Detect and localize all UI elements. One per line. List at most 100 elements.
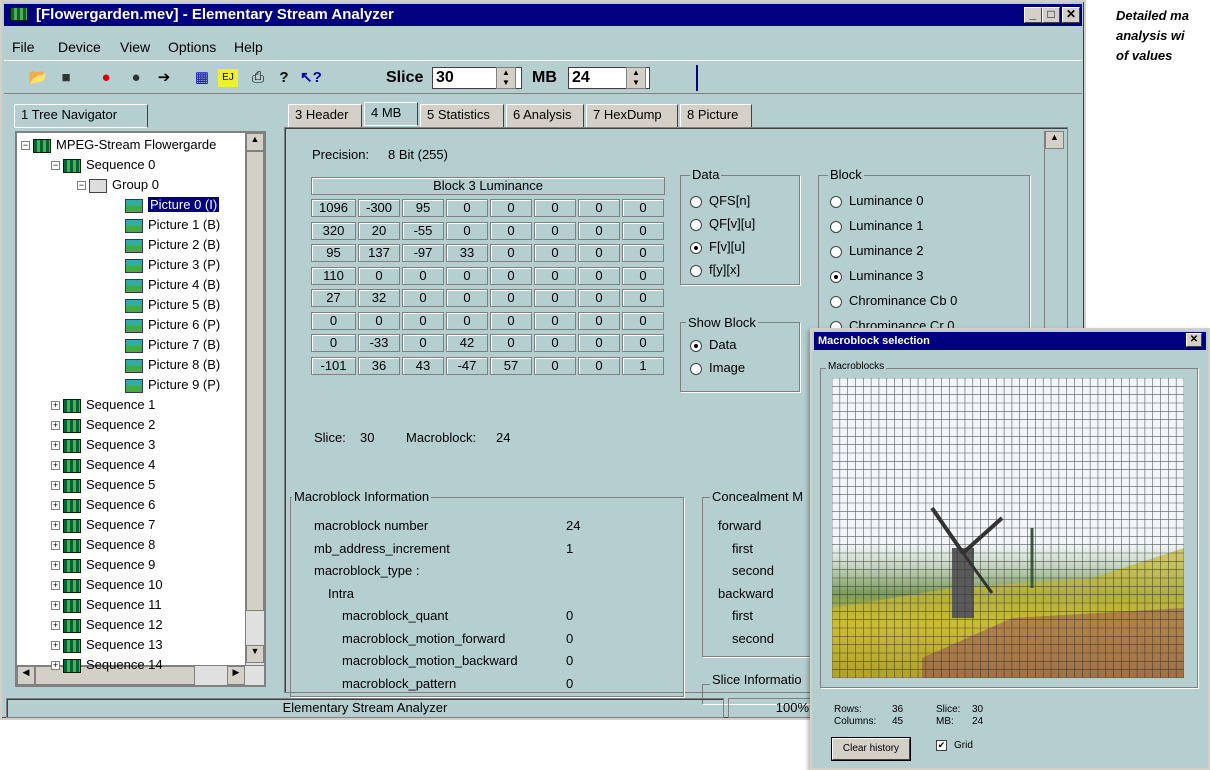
tree-sequence-8[interactable]: + Sequence 8 (51, 535, 155, 555)
tab-hexdump[interactable]: 7 HexDump (586, 104, 678, 128)
print-icon[interactable]: ⎙ (248, 69, 268, 87)
tab-analysis[interactable]: 6 Analysis (506, 104, 584, 128)
tree-sequence-2[interactable]: + Sequence 2 (51, 415, 155, 435)
expand-icon[interactable]: + (51, 421, 60, 431)
radio-icon[interactable] (690, 195, 702, 208)
close-button[interactable]: ✕ (1186, 333, 1202, 347)
slice-spinner[interactable]: ▲ ▼ (496, 67, 516, 89)
tree-picture-9[interactable]: Picture 9 (P) (125, 375, 220, 395)
menu-file[interactable]: File (12, 39, 35, 55)
tree-sequence-11[interactable]: + Sequence 11 (51, 595, 162, 615)
grid-checkbox[interactable]: ✔ (936, 740, 947, 751)
menu-options[interactable]: Options (168, 39, 216, 55)
tree-picture-0[interactable]: Picture 0 (I) (125, 195, 220, 215)
tree-picture-2[interactable]: Picture 2 (B) (125, 235, 220, 255)
tree-sequence-9[interactable]: + Sequence 9 (51, 555, 155, 575)
radio-icon[interactable] (830, 295, 842, 308)
scroll-thumb[interactable] (246, 151, 264, 611)
tree-picture-1[interactable]: Picture 1 (B) (125, 215, 220, 235)
tree-sequence-13[interactable]: + Sequence 13 (51, 635, 163, 655)
step-icon[interactable]: ➔ (154, 69, 174, 87)
menu-help[interactable]: Help (234, 39, 263, 55)
macroblock-grid-picture[interactable] (832, 378, 1184, 678)
tree-vscrollbar[interactable]: ▲ ▼ (245, 133, 264, 665)
tree-sequence-6[interactable]: + Sequence 6 (51, 495, 155, 515)
expand-icon[interactable]: + (51, 501, 60, 511)
bitmap-icon[interactable]: EJ (218, 69, 238, 87)
expand-icon[interactable]: + (51, 441, 60, 451)
tab-picture[interactable]: 8 Picture (680, 104, 752, 128)
tab-mb[interactable]: 4 MB (364, 102, 418, 126)
block-radio-4[interactable]: Chrominance Cb 0 (830, 293, 957, 308)
block-radio-0[interactable]: Luminance 0 (830, 193, 923, 208)
radio-icon[interactable] (830, 270, 842, 283)
scroll-right-arrow[interactable]: ▶ (227, 666, 245, 685)
expand-icon[interactable]: + (51, 541, 60, 551)
stop-icon[interactable]: ● (96, 69, 116, 87)
radio-icon[interactable] (830, 220, 842, 233)
data-radio-3[interactable]: f[y][x] (690, 262, 740, 277)
data-radio-2[interactable]: F[v][u] (690, 239, 745, 254)
grid-icon[interactable]: ▦ (192, 69, 212, 87)
tree-picture-4[interactable]: Picture 4 (B) (125, 275, 220, 295)
tree-group-0[interactable]: − Group 0 (77, 175, 159, 195)
tree-sequence-1[interactable]: + Sequence 1 (51, 395, 155, 415)
block-radio-1[interactable]: Luminance 1 (830, 218, 923, 233)
data-radio-0[interactable]: QFS[n] (690, 193, 750, 208)
tree-picture-7[interactable]: Picture 7 (B) (125, 335, 220, 355)
show-radio-1[interactable]: Image (690, 360, 745, 375)
expand-icon[interactable]: + (51, 621, 60, 631)
block-radio-3[interactable]: Luminance 3 (830, 268, 923, 283)
scroll-down-arrow[interactable]: ▼ (246, 645, 264, 663)
save-icon[interactable]: ■ (56, 69, 76, 87)
maximize-button[interactable]: □ (1042, 7, 1060, 23)
expand-icon[interactable]: + (51, 521, 60, 531)
radio-icon[interactable] (690, 339, 702, 352)
radio-icon[interactable] (690, 218, 702, 231)
radio-icon[interactable] (830, 245, 842, 258)
tree-sequence-0[interactable]: − Sequence 0 (51, 155, 155, 175)
tree-sequence-3[interactable]: + Sequence 3 (51, 435, 155, 455)
expand-icon[interactable]: + (51, 601, 60, 611)
scroll-left-arrow[interactable]: ◀ (17, 666, 35, 685)
radio-icon[interactable] (690, 241, 702, 254)
record-icon[interactable]: ● (126, 69, 146, 87)
expand-icon[interactable]: + (51, 581, 60, 591)
open-icon[interactable]: 📂 (28, 69, 48, 87)
tree-sequence-4[interactable]: + Sequence 4 (51, 455, 155, 475)
clear-history-button[interactable]: Clear history (832, 738, 910, 760)
radio-icon[interactable] (690, 362, 702, 375)
block-radio-2[interactable]: Luminance 2 (830, 243, 923, 258)
expand-icon[interactable]: + (51, 461, 60, 471)
tree-root[interactable]: − MPEG-Stream Flowergarde (21, 135, 216, 155)
minimize-button[interactable]: _ (1024, 7, 1042, 23)
help-icon[interactable]: ? (274, 69, 294, 87)
tab-tree-navigator[interactable]: 1 Tree Navigator (14, 104, 148, 128)
tab-header[interactable]: 3 Header (288, 104, 362, 128)
expand-icon[interactable]: + (51, 401, 60, 411)
tree-sequence-5[interactable]: + Sequence 5 (51, 475, 155, 495)
tree-picture-8[interactable]: Picture 8 (B) (125, 355, 220, 375)
context-help-icon[interactable]: ↖? (300, 69, 322, 87)
menu-device[interactable]: Device (58, 39, 101, 55)
expand-icon[interactable]: + (51, 481, 60, 491)
expand-icon[interactable]: + (51, 661, 60, 671)
show-radio-0[interactable]: Data (690, 337, 736, 352)
tree-sequence-7[interactable]: + Sequence 7 (51, 515, 155, 535)
tree-sequence-10[interactable]: + Sequence 10 (51, 575, 163, 595)
data-radio-1[interactable]: QF[v][u] (690, 216, 755, 231)
menu-view[interactable]: View (120, 39, 150, 55)
radio-icon[interactable] (690, 264, 702, 277)
tree-sequence-12[interactable]: + Sequence 12 (51, 615, 163, 635)
tree-picture-3[interactable]: Picture 3 (P) (125, 255, 220, 275)
radio-icon[interactable] (830, 195, 842, 208)
tree-sequence-14[interactable]: + Sequence 14 (51, 655, 163, 675)
scroll-up-arrow[interactable]: ▲ (246, 133, 264, 151)
mb-spinner[interactable]: ▲ ▼ (626, 67, 646, 89)
tab-statistics[interactable]: 5 Statistics (420, 104, 504, 128)
tree-picture-6[interactable]: Picture 6 (P) (125, 315, 220, 335)
expand-icon[interactable]: + (51, 561, 60, 571)
tree-picture-5[interactable]: Picture 5 (B) (125, 295, 220, 315)
close-button[interactable]: ✕ (1062, 7, 1080, 23)
scroll-up-arrow[interactable]: ▲ (1045, 131, 1064, 149)
